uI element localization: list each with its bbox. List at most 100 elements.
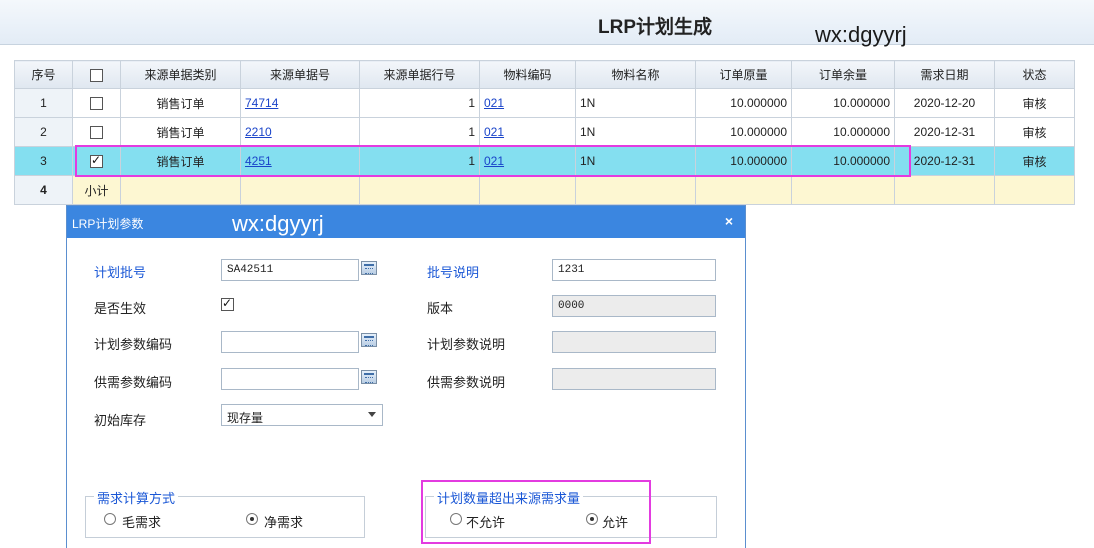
effective-label: 是否生效 <box>94 301 147 316</box>
order-remain: 10.000000 <box>791 88 895 118</box>
deny-exceed-label: 不允许 <box>466 515 506 530</box>
source-no-cell: 2210 <box>240 117 360 147</box>
item-code-link[interactable]: 021 <box>484 125 504 139</box>
demand-date: 2020-12-31 <box>894 146 995 176</box>
row-seq: 2 <box>14 117 73 147</box>
col-item-code[interactable]: 物料编码 <box>479 60 576 89</box>
param-desc-label: 计划参数说明 <box>427 337 506 352</box>
row-select[interactable] <box>72 117 121 147</box>
summary-label: 小计 <box>72 175 121 205</box>
init-stock-value: 现存量 <box>227 411 264 425</box>
item-code-link[interactable]: 021 <box>484 154 504 168</box>
source-no-link[interactable]: 2210 <box>245 125 272 139</box>
item-name: 1N <box>575 88 696 118</box>
chevron-down-icon <box>368 412 376 417</box>
demand-calc-group: 需求计算方式 毛需求 净需求 <box>85 488 365 538</box>
param-code-label: 计划参数编码 <box>94 337 173 352</box>
row-checkbox[interactable] <box>90 97 103 111</box>
demand-date: 2020-12-31 <box>894 117 995 147</box>
effective-checkbox[interactable] <box>221 296 234 311</box>
item-code-cell: 021 <box>479 88 576 118</box>
row-select[interactable] <box>72 88 121 118</box>
deny-exceed-radio[interactable] <box>450 513 462 525</box>
col-status[interactable]: 状态 <box>994 60 1075 89</box>
row-seq: 1 <box>14 88 73 118</box>
supply-code-label: 供需参数编码 <box>94 375 173 390</box>
item-code-link[interactable]: 021 <box>484 96 504 110</box>
param-code-input[interactable] <box>221 331 359 353</box>
window-titlebar: LRP计划生成 wx:dgyyrj <box>0 0 1094 47</box>
supply-desc-input <box>552 368 716 390</box>
supply-code-input[interactable] <box>221 368 359 390</box>
order-qty: 10.000000 <box>695 88 792 118</box>
init-stock-select[interactable]: 现存量 <box>221 404 383 426</box>
summary-seq: 4 <box>14 175 73 205</box>
source-no-cell: 74714 <box>240 88 360 118</box>
dialog-header: LRP计划参数 wx:dgyyrj × <box>67 206 745 238</box>
source-line: 1 <box>359 88 480 118</box>
grid-header-row: 序号 来源单据类别 来源单据号 来源单据行号 物料编码 物料名称 订单原量 订单… <box>14 60 1075 89</box>
dialog-title: LRP计划参数 <box>72 217 144 231</box>
row-select[interactable] <box>72 146 121 176</box>
close-icon[interactable]: × <box>725 213 733 229</box>
order-remain: 10.000000 <box>791 117 895 147</box>
gross-demand-label: 毛需求 <box>122 515 162 530</box>
source-order-grid: 序号 来源单据类别 来源单据号 来源单据行号 物料编码 物料名称 订单原量 订单… <box>14 60 1075 205</box>
source-no-link[interactable]: 74714 <box>245 96 278 110</box>
col-source-no[interactable]: 来源单据号 <box>240 60 360 89</box>
source-type: 销售订单 <box>120 88 241 118</box>
batch-desc-label: 批号说明 <box>427 265 480 280</box>
dialog-watermark: wx:dgyyrj <box>232 211 324 236</box>
demand-date: 2020-12-20 <box>894 88 995 118</box>
param-code-lookup-icon[interactable] <box>361 333 377 347</box>
plan-batch-input[interactable]: SA42511 <box>221 259 359 281</box>
plan-batch-lookup-icon[interactable] <box>361 261 377 275</box>
version-label: 版本 <box>427 301 454 316</box>
source-line: 1 <box>359 117 480 147</box>
source-no-link[interactable]: 4251 <box>245 154 272 168</box>
status: 审核 <box>994 117 1075 147</box>
allow-exceed-radio[interactable] <box>586 513 598 525</box>
net-demand-label: 净需求 <box>264 515 304 530</box>
row-seq: 3 <box>14 146 73 176</box>
row-checkbox[interactable] <box>90 126 103 140</box>
table-row[interactable]: 1 销售订单 74714 1 021 1N 10.000000 10.00000… <box>14 88 1075 118</box>
supply-desc-label: 供需参数说明 <box>427 375 506 390</box>
item-code-cell: 021 <box>479 117 576 147</box>
col-seq[interactable]: 序号 <box>14 60 73 89</box>
lrp-param-dialog: LRP计划参数 wx:dgyyrj × 计划批号 SA42511 批号说明 12… <box>66 205 746 548</box>
order-qty: 10.000000 <box>695 117 792 147</box>
batch-desc-input[interactable]: 1231 <box>552 259 716 281</box>
exceed-demand-group: 计划数量超出来源需求量 不允许 允许 <box>425 488 717 538</box>
col-select-all[interactable] <box>72 60 121 89</box>
item-name: 1N <box>575 146 696 176</box>
version-input: 0000 <box>552 295 716 317</box>
order-remain: 10.000000 <box>791 146 895 176</box>
demand-calc-legend: 需求计算方式 <box>94 488 179 507</box>
gross-demand-radio[interactable] <box>104 513 116 525</box>
order-qty: 10.000000 <box>695 146 792 176</box>
status: 审核 <box>994 146 1075 176</box>
col-order-remain[interactable]: 订单余量 <box>791 60 895 89</box>
source-no-cell: 4251 <box>240 146 360 176</box>
table-row[interactable]: 2 销售订单 2210 1 021 1N 10.000000 10.000000… <box>14 117 1075 147</box>
init-stock-label: 初始库存 <box>94 413 147 428</box>
exceed-demand-legend: 计划数量超出来源需求量 <box>434 488 584 507</box>
select-all-checkbox[interactable] <box>90 68 103 82</box>
watermark: wx:dgyyrj <box>815 22 907 47</box>
param-desc-input <box>552 331 716 353</box>
allow-exceed-label: 允许 <box>602 515 629 530</box>
col-item-name[interactable]: 物料名称 <box>575 60 696 89</box>
net-demand-radio[interactable] <box>246 513 258 525</box>
item-name: 1N <box>575 117 696 147</box>
source-type: 销售订单 <box>120 117 241 147</box>
col-order-qty[interactable]: 订单原量 <box>695 60 792 89</box>
col-source-type[interactable]: 来源单据类别 <box>120 60 241 89</box>
table-row-selected[interactable]: 3 销售订单 4251 1 021 1N 10.000000 10.000000… <box>14 146 1075 176</box>
summary-row: 4 小计 <box>14 175 1075 205</box>
col-demand-date[interactable]: 需求日期 <box>894 60 995 89</box>
plan-batch-label: 计划批号 <box>94 265 147 280</box>
col-source-line[interactable]: 来源单据行号 <box>359 60 480 89</box>
supply-code-lookup-icon[interactable] <box>361 370 377 384</box>
row-checkbox-checked[interactable] <box>90 153 103 169</box>
